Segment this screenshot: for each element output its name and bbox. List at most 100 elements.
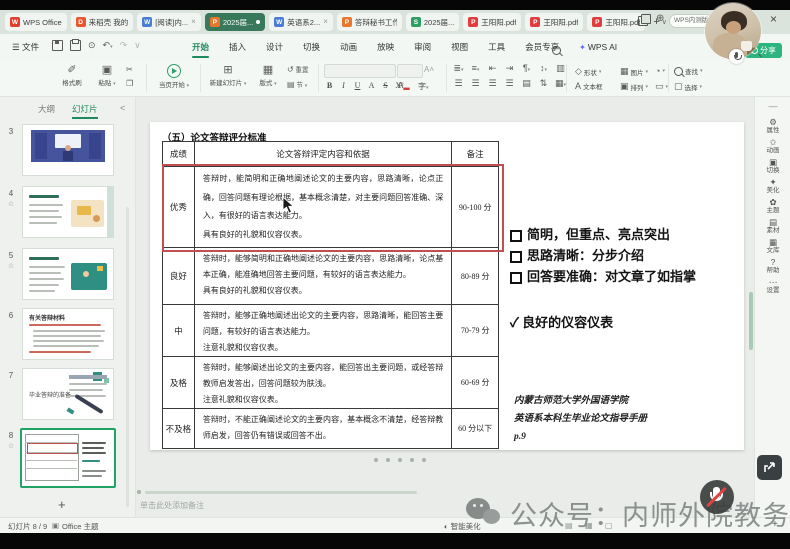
indent-icon[interactable]: ⇥ [503,63,516,74]
slide-thumbnail-7[interactable]: 毕业答辩的准备 [22,368,114,420]
globe-icon[interactable]: ⊕ [656,13,664,24]
quick-export-button[interactable] [757,455,782,480]
tab-outline[interactable]: 大纲 [38,103,55,115]
document-tab[interactable]: P王阳阳.pdf [463,13,521,31]
picture-button[interactable]: ▦图片▾ [620,66,648,77]
char-spacing-icon[interactable]: 字▾ [418,81,429,92]
align-right-icon[interactable]: ☰ [486,78,499,89]
chart-button[interactable]: ◔▾ [655,66,665,76]
rail-item-动画[interactable]: ✩动画 [755,138,790,157]
menu-item-工具[interactable]: 工具 [478,35,515,59]
document-tab[interactable]: D来稻壳 我的 [71,13,134,31]
rail-item-切换[interactable]: ▣切换 [755,158,790,177]
canvas-vertical-scrollbar[interactable] [749,292,753,350]
bullet-list-icon[interactable]: ≣▾ [452,63,465,74]
cut-icon[interactable]: ✂ [126,63,133,77]
layout-button[interactable]: ▦版式 ▾ [253,63,283,87]
slide-thumbnail-5[interactable] [22,248,114,300]
menu-item-审阅[interactable]: 审阅 [404,35,441,59]
line-spacing-icon[interactable]: ↕▾ [537,63,550,74]
font-color-icon[interactable]: A▂ [398,81,410,90]
collapse-panel-icon[interactable]: < [120,103,125,113]
paste-button[interactable]: ▣粘贴 ▾ [92,63,122,87]
numbered-list-icon[interactable]: ≡▾ [469,63,482,74]
rail-item-主题[interactable]: ✿主题 [755,198,790,217]
rail-item-属性[interactable]: ⚙属性 [755,118,790,137]
format-painter-button[interactable]: ✐格式刷 [54,63,90,87]
slide-thumbnail-8-selected[interactable] [20,428,116,488]
font-name-combo[interactable] [324,64,396,78]
document-tab[interactable]: P王阳阳.pdf [525,13,583,31]
increase-font-icon[interactable]: A˄ [424,65,434,74]
shapes-button[interactable]: ◇形状▾ [575,66,601,77]
rail-item-素材[interactable]: ▤素材 [755,218,790,237]
file-menu-button[interactable]: ☰ 文件 [12,41,39,53]
redo-icon[interactable]: ↷ [120,40,128,51]
document-tab[interactable]: W英语系2...× [269,13,333,31]
align-left-icon[interactable]: ☰ [452,78,465,89]
new-slide-button[interactable]: ⊞新建幻灯片 ▾ [205,63,251,87]
slide-thumbnail-6[interactable]: 有关答辩材料 [22,308,114,360]
document-tab[interactable]: P答辩秘书工作 [337,13,402,31]
font-button-a[interactable]: A [366,80,377,92]
tab-slides[interactable]: 幻灯片 [72,103,98,119]
print-icon[interactable] [70,40,81,51]
rail-item-美化[interactable]: ✦美化 [755,178,790,197]
section-button[interactable]: ▤ 节 ▾ [287,78,309,93]
document-tab[interactable]: P王阳阳.pdf [587,13,645,31]
menu-item-放映[interactable]: 放映 [367,35,404,59]
sidebar-scrollbar[interactable] [126,207,129,507]
menu-item-设计[interactable]: 设计 [256,35,293,59]
document-tab[interactable]: P2025届... [205,13,265,31]
menu-item-插入[interactable]: 插入 [219,35,256,59]
undo-icon[interactable]: ↶▾ [103,40,113,51]
slide-canvas[interactable]: （五）论文答辩评分标准 成绩 论文答辩评定内容和依据 备注 优秀答辩时，能简明和… [150,122,744,450]
outdent-icon[interactable]: ⇤ [486,63,499,74]
notes-placeholder[interactable]: 单击此处添加备注 [140,500,204,511]
tab-close-icon[interactable]: × [323,18,328,26]
theme-name[interactable]: Office 主题 [62,521,99,532]
rail-item-帮助[interactable]: ?帮助 [755,258,790,277]
search-icon[interactable] [552,42,561,60]
font-button-i[interactable]: I [338,80,349,92]
font-size-combo[interactable] [397,64,423,78]
reset-button[interactable]: ↺ 重置 [287,63,309,78]
document-tab[interactable]: WWPS Office [5,13,67,31]
add-slide-button[interactable]: + [58,497,66,512]
copy-icon[interactable]: ❐ [126,77,133,91]
slide-thumbnail-4[interactable] [22,186,114,238]
arrange-button[interactable]: ▣排列▾ [620,81,648,92]
tab-close-icon[interactable]: × [191,18,196,26]
rail-item-文库[interactable]: ▦文库 [755,238,790,257]
font-button-b[interactable]: B [324,80,335,92]
play-from-current-button[interactable]: 当页开始 ▾ [152,63,196,89]
document-tab[interactable]: W[阅读]内...× [137,13,201,31]
media-button[interactable]: ▭▾ [655,81,668,92]
menu-item-视图[interactable]: 视图 [441,35,478,59]
text-direction-icon[interactable]: ⇅ [537,78,550,89]
paragraph-mark-icon[interactable]: ¶▾ [520,63,533,74]
menu-item-切换[interactable]: 切换 [293,35,330,59]
align-justify-icon[interactable]: ☰ [503,78,516,89]
microphone-muted-icon[interactable] [700,480,734,514]
more-chevron-icon[interactable]: ∨ [134,40,141,51]
select-button[interactable]: ▢选择▾ [674,81,702,92]
save-icon[interactable] [52,40,63,51]
canvas-horizontal-scrollbar[interactable] [145,491,417,494]
rail-item-设置[interactable]: ⋯设置 [755,278,790,297]
textbox-button[interactable]: A文本框 [575,81,603,91]
align-center-icon[interactable]: ☰ [469,78,482,89]
slide-thumbnail-3[interactable] [22,124,114,176]
find-button[interactable]: 查找▾ [674,66,703,76]
distribute-icon[interactable]: ▤ [520,78,533,89]
menu-item-动画[interactable]: 动画 [330,35,367,59]
font-button-s[interactable]: S [380,80,391,92]
window-close-icon[interactable]: × [770,12,777,26]
document-tab[interactable]: S2025届... [406,13,459,31]
collapse-rail-icon[interactable]: — [755,101,790,111]
export-icon[interactable]: ⊙ [88,40,96,51]
restore-window-icon[interactable] [638,16,648,26]
font-button-u[interactable]: U [352,80,363,92]
menu-item-WPS AI[interactable]: ✦WPS AI [569,35,627,59]
menu-item-开始[interactable]: 开始 [182,35,219,59]
